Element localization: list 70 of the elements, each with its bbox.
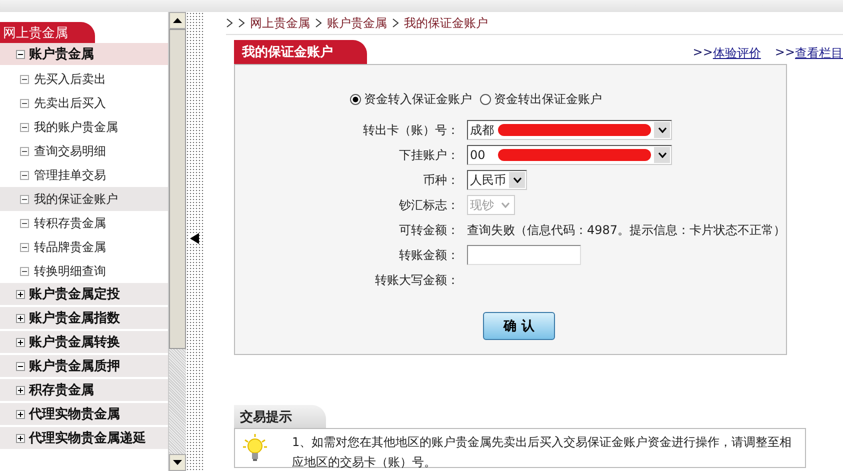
minus-box-icon — [20, 146, 29, 156]
radio-button[interactable] — [480, 94, 491, 105]
minus-box-icon — [20, 218, 29, 228]
breadcrumb-link[interactable]: 网上贵金属 — [250, 14, 310, 32]
scroll-up-button[interactable] — [169, 12, 186, 29]
sidebar-group[interactable]: 账户贵金属定投 — [0, 283, 168, 307]
breadcrumb-link[interactable]: 账户贵金属 — [327, 14, 387, 32]
dropdown[interactable]: 00 — [467, 145, 672, 165]
amount-input[interactable] — [467, 245, 581, 265]
minus-box-icon — [20, 98, 29, 108]
chevron-icon — [315, 18, 322, 28]
sidebar-item[interactable]: 转品牌贵金属 — [0, 235, 168, 259]
radio-option[interactable]: 资金转出保证金账户 — [480, 91, 602, 108]
field-label: 转出卡（账）号： — [362, 122, 459, 139]
sidebar-group[interactable]: 账户贵金属 — [0, 43, 168, 67]
collapse-arrow-icon[interactable] — [190, 233, 199, 244]
scroll-down-button[interactable] — [169, 454, 186, 471]
field-label: 下挂账户： — [398, 147, 459, 164]
sidebar-item[interactable]: 管理挂单交易 — [0, 163, 168, 187]
dropdown[interactable]: 人民币 — [467, 170, 527, 190]
radio-option[interactable]: 资金转入保证金账户 — [350, 91, 472, 108]
field-label: 转账金额： — [398, 247, 459, 264]
minus-box-icon — [20, 194, 29, 204]
sidebar-item[interactable]: 我的账户贵金属 — [0, 115, 168, 139]
tip-text: 1、如需对您在其他地区的账户贵金属先卖出后买入交易保证金账户资金进行操作，请调整至相应地区的交易卡（账）号。 — [292, 434, 793, 471]
sidebar-group[interactable]: 积存贵金属 — [0, 379, 168, 403]
scrollbar[interactable] — [168, 12, 186, 471]
sidebar-group[interactable]: 账户贵金属质押 — [0, 355, 168, 379]
sidebar-item[interactable]: 我的保证金账户 — [0, 187, 168, 211]
field-label: 可转金额： — [398, 222, 459, 239]
minus-box-icon — [20, 122, 29, 132]
expand-icon[interactable] — [16, 386, 25, 394]
confirm-button[interactable]: 确 认 — [483, 312, 555, 340]
lightbulb-icon — [242, 434, 268, 464]
expand-icon[interactable] — [16, 410, 25, 418]
minus-box-icon — [20, 242, 29, 252]
up-triangle-icon — [173, 18, 182, 23]
minus-box-icon — [20, 74, 29, 84]
sidebar-group[interactable]: 账户贵金属指数 — [0, 307, 168, 331]
sidebar-group[interactable]: 代理实物贵金属 — [0, 403, 168, 427]
header-link[interactable]: 体验评价 — [712, 45, 761, 62]
collapse-icon[interactable] — [16, 362, 25, 370]
expand-icon[interactable] — [16, 314, 25, 322]
breadcrumb-link[interactable]: 我的保证金账户 — [404, 14, 488, 32]
sidebar-item[interactable]: 查询交易明细 — [0, 139, 168, 163]
field-label: 币种： — [422, 172, 459, 189]
link-prefix: >> — [692, 45, 713, 61]
scroll-thumb[interactable] — [169, 29, 186, 349]
field-value: 查询失败（信息代码：4987。提示信息：卡片状态不正常） — [467, 222, 786, 238]
minus-box-icon — [20, 266, 29, 276]
sidebar-item[interactable]: 先卖出后买入 — [0, 91, 168, 115]
down-triangle-icon — [173, 460, 182, 465]
link-prefix: >> — [774, 45, 795, 61]
chevron-icon — [392, 18, 399, 28]
sidebar-item[interactable]: 转积存贵金属 — [0, 211, 168, 235]
dropdown[interactable]: 成都 — [467, 120, 672, 140]
collapse-icon[interactable] — [16, 50, 25, 58]
field-label: 钞汇标志： — [398, 197, 459, 214]
sidebar-item[interactable]: 先买入后卖出 — [0, 67, 168, 91]
minus-box-icon — [20, 170, 29, 180]
radio-button[interactable] — [350, 94, 361, 105]
sidebar-group[interactable]: 代理实物贵金属递延 — [0, 427, 168, 451]
expand-icon[interactable] — [16, 290, 25, 298]
sidebar-title: 网上贵金属 — [0, 22, 95, 43]
expand-icon[interactable] — [16, 338, 25, 346]
sidebar-group[interactable]: 账户贵金属转换 — [0, 331, 168, 355]
field-label: 转账大写金额： — [374, 272, 459, 289]
sidebar-item[interactable]: 转换明细查询 — [0, 259, 168, 283]
expand-icon[interactable] — [16, 434, 25, 442]
header-link[interactable]: 查看栏目 — [795, 45, 843, 62]
